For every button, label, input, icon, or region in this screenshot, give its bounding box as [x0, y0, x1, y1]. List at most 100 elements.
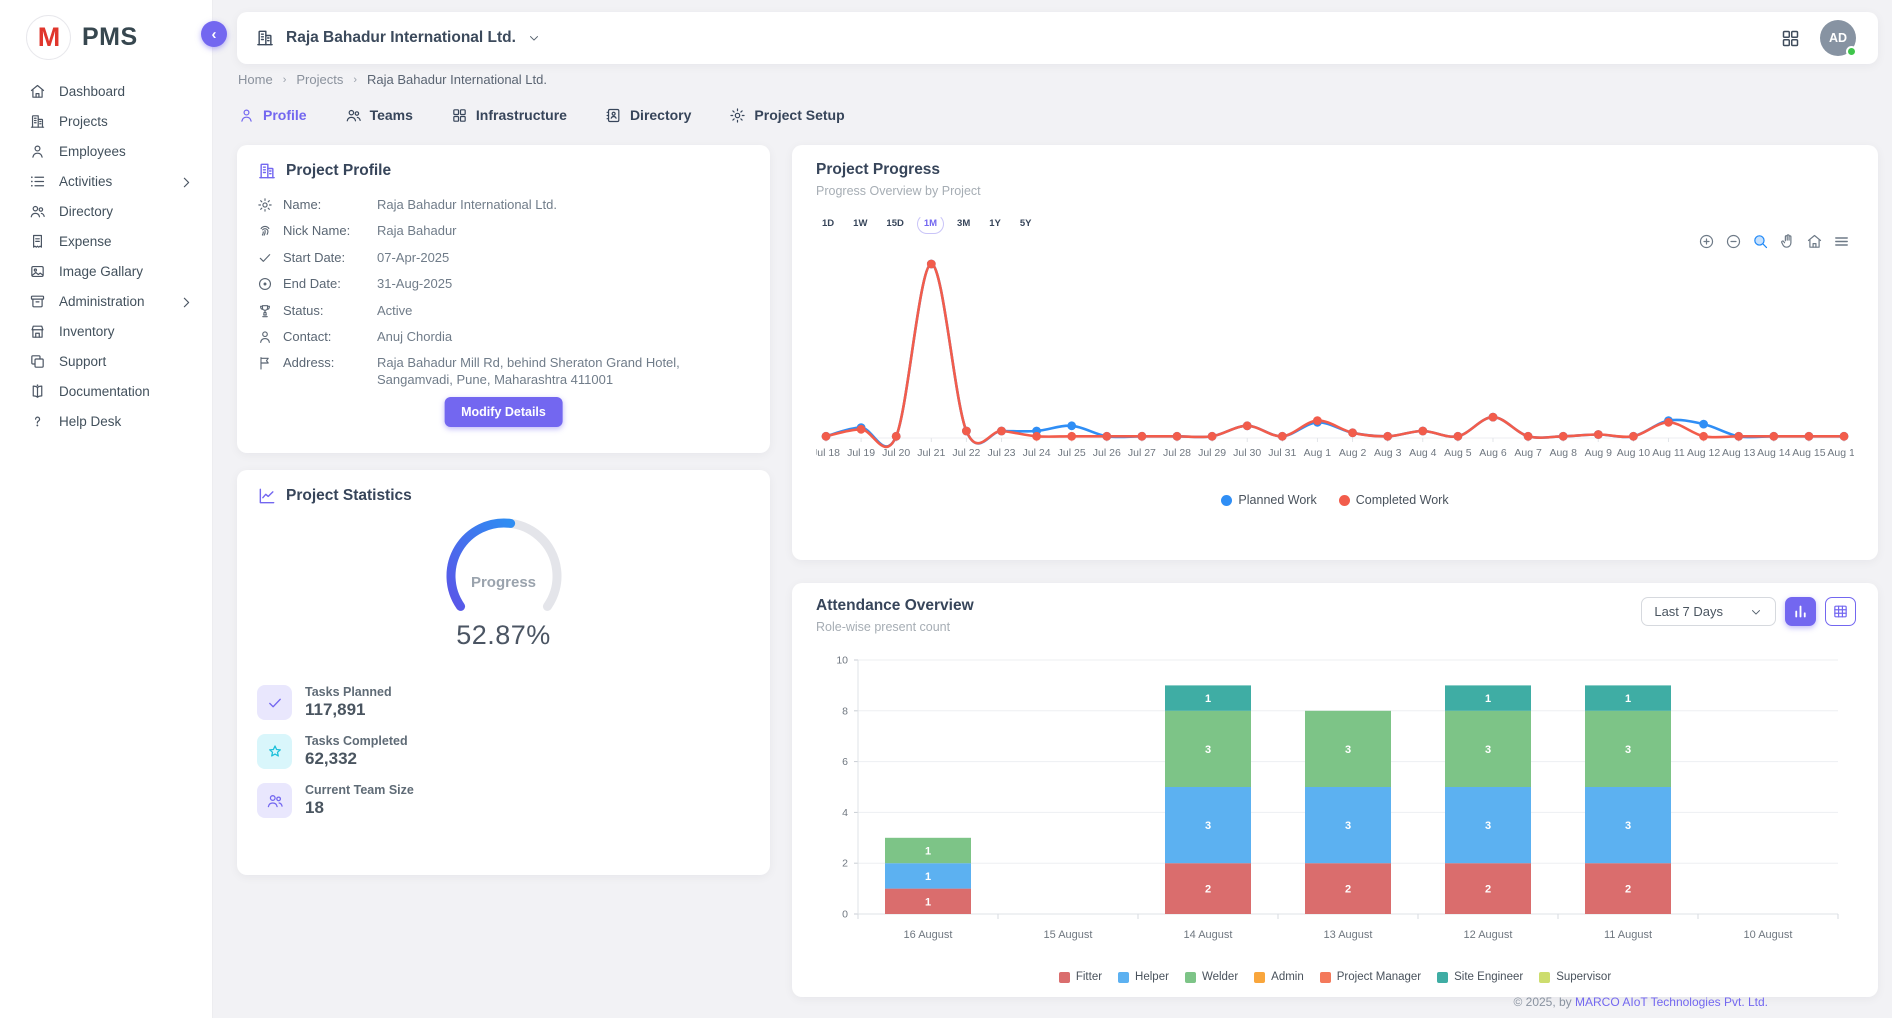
tab-project-setup[interactable]: Project Setup — [729, 107, 844, 124]
svg-text:6: 6 — [842, 756, 848, 768]
tab-teams[interactable]: Teams — [345, 107, 413, 124]
sidebar-item-employees[interactable]: Employees — [0, 136, 212, 166]
svg-text:Aug 1: Aug 1 — [1304, 447, 1332, 459]
sidebar-item-activities[interactable]: Activities — [0, 166, 212, 196]
gear-icon — [257, 197, 273, 213]
person-icon — [29, 143, 46, 160]
sidebar-item-projects[interactable]: Projects — [0, 106, 212, 136]
selection-zoom-button[interactable] — [1751, 233, 1769, 251]
svg-text:1: 1 — [1485, 693, 1491, 705]
tab-directory[interactable]: Directory — [605, 107, 691, 124]
legend-item-fitter[interactable]: Fitter — [1059, 971, 1102, 983]
breadcrumb-item[interactable]: Projects — [296, 72, 343, 87]
svg-text:3: 3 — [1205, 820, 1211, 832]
pan-button[interactable] — [1778, 233, 1796, 251]
person-icon — [238, 107, 255, 124]
svg-text:Jul 20: Jul 20 — [882, 447, 910, 459]
svg-text:Jul 27: Jul 27 — [1128, 447, 1156, 459]
legend-item-project-manager[interactable]: Project Manager — [1320, 971, 1421, 983]
bar-chart-view-button[interactable] — [1785, 597, 1816, 626]
sidebar-collapse-button[interactable]: ‹ — [201, 21, 227, 47]
attendance-bar-chart[interactable]: 024681011116 August15 August233114 Augus… — [816, 648, 1854, 960]
sidebar-item-documentation[interactable]: Documentation — [0, 376, 212, 406]
sidebar-item-image-gallary[interactable]: Image Gallary — [0, 256, 212, 286]
range-button-1d[interactable]: 1D — [816, 215, 840, 234]
question-icon — [29, 413, 46, 430]
range-button-5y[interactable]: 5Y — [1014, 215, 1038, 234]
legend-item-admin[interactable]: Admin — [1254, 971, 1304, 983]
line-chart-icon — [257, 486, 277, 506]
svg-text:2: 2 — [842, 858, 848, 870]
building-icon — [29, 113, 46, 130]
star-icon — [257, 734, 292, 769]
chevron-right-icon — [178, 174, 192, 188]
sidebar-item-label: Employees — [59, 144, 126, 159]
svg-text:3: 3 — [1345, 744, 1351, 756]
svg-text:Jul 24: Jul 24 — [1023, 447, 1051, 459]
svg-text:Aug 9: Aug 9 — [1585, 447, 1613, 459]
company-selector[interactable]: Raja Bahadur International Ltd. — [255, 28, 541, 48]
sidebar-item-label: Expense — [59, 234, 112, 249]
legend-swatch — [1437, 972, 1448, 983]
range-button-1y[interactable]: 1Y — [983, 215, 1007, 234]
progress-line-chart[interactable]: Jul 18Jul 19Jul 20Jul 21Jul 22Jul 23Jul … — [816, 234, 1854, 486]
tab-infrastructure[interactable]: Infrastructure — [451, 107, 567, 124]
sidebar-item-expense[interactable]: Expense — [0, 226, 212, 256]
bar-chart-icon — [1792, 603, 1809, 620]
legend-item-helper[interactable]: Helper — [1118, 971, 1169, 983]
breadcrumb-item: Raja Bahadur International Ltd. — [367, 72, 547, 87]
sidebar-item-label: Support — [59, 354, 106, 369]
range-button-1w[interactable]: 1W — [847, 215, 873, 234]
sidebar-item-dashboard[interactable]: Dashboard — [0, 76, 212, 106]
legend-item-supervisor[interactable]: Supervisor — [1539, 971, 1611, 983]
gear-icon — [729, 107, 746, 124]
stat-value: 18 — [305, 798, 414, 818]
svg-text:11 August: 11 August — [1604, 929, 1652, 941]
legend-swatch — [1059, 972, 1070, 983]
range-button-3m[interactable]: 3M — [951, 215, 976, 234]
sidebar-item-directory[interactable]: Directory — [0, 196, 212, 226]
field-label: End Date: — [283, 276, 367, 293]
svg-text:3: 3 — [1485, 744, 1491, 756]
image-icon — [29, 263, 46, 280]
sidebar-item-administration[interactable]: Administration — [0, 286, 212, 316]
sidebar-item-label: Help Desk — [59, 414, 121, 429]
footer-company-link[interactable]: MARCO AIoT Technologies Pvt. Ltd. — [1575, 995, 1768, 1009]
check-icon — [257, 250, 273, 266]
store-icon — [29, 323, 46, 340]
zoom-in-button[interactable] — [1697, 233, 1715, 251]
sidebar-item-help-desk[interactable]: Help Desk — [0, 406, 212, 436]
user-avatar[interactable]: AD — [1820, 20, 1856, 56]
svg-text:Jul 26: Jul 26 — [1093, 447, 1121, 459]
svg-text:Jul 21: Jul 21 — [917, 447, 945, 459]
home-button[interactable] — [1805, 233, 1823, 251]
contact-icon — [605, 107, 622, 124]
modify-details-button[interactable]: Modify Details — [444, 397, 563, 427]
archive-icon — [29, 293, 46, 310]
tab-profile[interactable]: Profile — [238, 107, 307, 124]
stat-value: 117,891 — [305, 700, 392, 720]
svg-text:Aug 14: Aug 14 — [1757, 447, 1790, 459]
legend-item-welder[interactable]: Welder — [1185, 971, 1238, 983]
trophy-icon — [257, 303, 273, 319]
fingerprint-icon — [257, 223, 273, 239]
legend-item-site-engineer[interactable]: Site Engineer — [1437, 971, 1523, 983]
apps-grid-button[interactable] — [1780, 27, 1802, 49]
app-logo: M PMS — [0, 0, 212, 62]
field-value: Anuj Chordia — [377, 329, 707, 346]
range-button-15d[interactable]: 15D — [880, 215, 909, 234]
table-view-button[interactable] — [1825, 597, 1856, 626]
date-range-select[interactable]: Last 7 Days — [1641, 597, 1776, 626]
svg-text:Aug 10: Aug 10 — [1617, 447, 1650, 459]
legend-swatch — [1539, 972, 1550, 983]
legend-item-planned-work[interactable]: Planned Work — [1221, 493, 1316, 507]
legend-item-completed-work[interactable]: Completed Work — [1339, 493, 1449, 507]
field-value: 07-Apr-2025 — [377, 250, 707, 267]
sidebar-item-inventory[interactable]: Inventory — [0, 316, 212, 346]
svg-text:Jul 18: Jul 18 — [816, 447, 840, 459]
zoom-out-button[interactable] — [1724, 233, 1742, 251]
menu-button[interactable] — [1832, 233, 1850, 251]
range-button-1m[interactable]: 1M — [917, 214, 944, 234]
sidebar-item-support[interactable]: Support — [0, 346, 212, 376]
breadcrumb-item[interactable]: Home — [238, 72, 273, 87]
